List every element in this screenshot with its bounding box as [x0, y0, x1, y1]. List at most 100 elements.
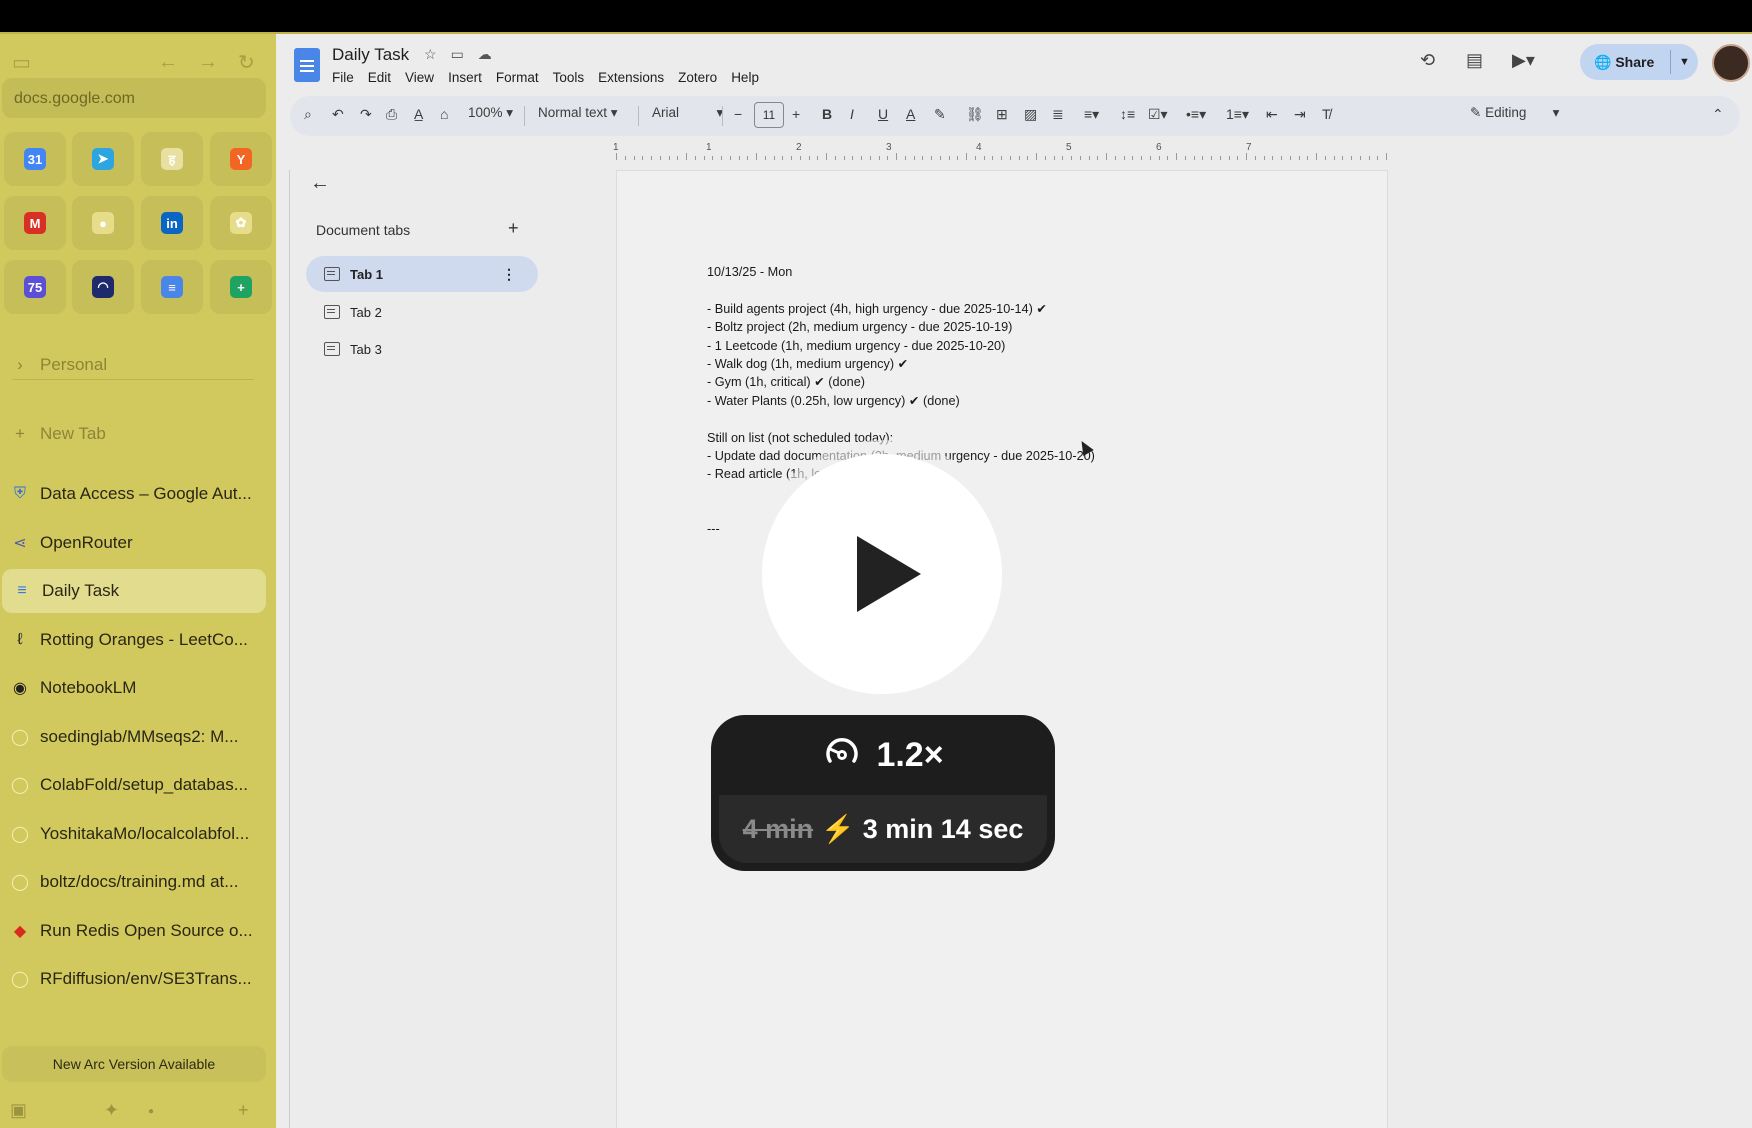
document-page[interactable]: 10/13/25 - Mon - Build agents project (4h… [616, 170, 1388, 1128]
sidebar-tab[interactable]: ◯ soedinglab/MMseqs2: M... [0, 715, 266, 759]
checklist-icon[interactable]: ☑▾ [1148, 106, 1168, 123]
align-icon[interactable]: ≡▾ [1084, 106, 1099, 123]
increase-font-icon[interactable]: + [792, 106, 800, 122]
menu-insert[interactable]: Insert [448, 70, 482, 85]
archive-icon[interactable]: ▣ [10, 1100, 27, 1121]
decrease-indent-icon[interactable]: ⇤ [1266, 106, 1278, 123]
ruler-tick [694, 156, 696, 160]
menu-edit[interactable]: Edit [368, 70, 391, 85]
favorite-tile[interactable]: in [141, 196, 203, 250]
sidebar-tab[interactable]: ◯ boltz/docs/training.md at... [0, 860, 266, 904]
favorite-tile[interactable]: ➤ [72, 132, 134, 186]
image-icon[interactable]: ▨ [1024, 106, 1037, 123]
menu-file[interactable]: File [332, 70, 354, 85]
add-tab-icon[interactable]: + [508, 218, 519, 239]
bullet-list-icon[interactable]: •≡▾ [1186, 106, 1206, 123]
share-button[interactable]: 🌐 Share ▼ [1580, 44, 1698, 80]
share-dropdown-icon[interactable]: ▼ [1670, 50, 1690, 74]
undo-icon[interactable]: ↶ [332, 106, 344, 123]
sidebar-toggle-icon[interactable]: ▭ [12, 50, 31, 74]
clear-formatting-icon[interactable]: T̸ [1322, 106, 1331, 122]
doc-tab-3[interactable]: Tab 3 [306, 331, 538, 367]
docs-logo-icon[interactable] [294, 48, 320, 82]
font-select[interactable]: Arial ▾ [652, 105, 723, 121]
sidebar-tab[interactable]: ◯ ColabFold/setup_databas... [0, 763, 266, 807]
editing-mode-select[interactable]: ✎ Editing ▾ [1470, 105, 1559, 121]
favorite-tile[interactable]: Y [210, 132, 272, 186]
sidebar-tab[interactable]: ⋖ OpenRouter [0, 521, 266, 565]
spellcheck-icon[interactable]: A̲ [414, 106, 423, 122]
increase-indent-icon[interactable]: ⇥ [1294, 106, 1306, 123]
menu-format[interactable]: Format [496, 70, 539, 85]
move-folder-icon[interactable]: ▭ [451, 46, 464, 63]
star-icon[interactable]: ☆ [424, 46, 437, 63]
link-icon[interactable]: ⛓ [966, 106, 984, 123]
meet-icon[interactable]: ▶︎▾ [1512, 50, 1535, 71]
favorite-tile[interactable]: ह [141, 132, 203, 186]
search-menus-icon[interactable]: ⌕ [304, 106, 312, 123]
comment-icon[interactable]: ⊞ [996, 106, 1008, 123]
paint-format-icon[interactable]: ⌂ [440, 106, 448, 122]
play-button[interactable] [762, 454, 1002, 694]
forward-icon[interactable]: → [198, 50, 218, 74]
ruler[interactable]: 1 1 2 3 4 5 6 7 [613, 142, 1387, 162]
strikethrough-icon[interactable]: ≣ [1052, 106, 1064, 123]
space-dot-icon[interactable]: ● [148, 1106, 154, 1117]
font-size-input[interactable]: 11 [754, 102, 784, 128]
favorite-tile[interactable]: 75 [4, 260, 66, 314]
favorite-tile[interactable]: ✿ [210, 196, 272, 250]
sidebar-tab[interactable]: ◯ YoshitakaMo/localcolabfol... [0, 812, 266, 856]
back-icon[interactable]: ← [158, 50, 178, 74]
sidebar-tab[interactable]: ≡ Daily Task [2, 569, 266, 613]
history-icon[interactable]: ⟲ [1420, 50, 1435, 71]
numbered-list-icon[interactable]: 1≡▾ [1226, 106, 1249, 123]
favorite-tile[interactable]: ≡ [141, 260, 203, 314]
ruler-tick [861, 156, 862, 160]
close-tabs-pane-icon[interactable]: ← [310, 172, 330, 195]
print-icon[interactable]: ⎙ [386, 106, 397, 123]
underline-icon[interactable]: U [878, 106, 888, 122]
ruler-number: 4 [976, 142, 982, 153]
favorite-tile[interactable]: + [210, 260, 272, 314]
favorite-tile[interactable]: ◠ [72, 260, 134, 314]
highlight-icon[interactable]: ✎ [934, 106, 946, 123]
collapse-menus-icon[interactable]: ⌃ [1712, 106, 1724, 123]
menu-zotero[interactable]: Zotero [678, 70, 717, 85]
folder-personal[interactable]: › Personal [0, 343, 266, 387]
doc-title[interactable]: Daily Task [332, 45, 409, 65]
zoom-select[interactable]: 100% ▾ [468, 105, 513, 121]
doc-tab-1[interactable]: Tab 1 ⋮ [306, 256, 538, 292]
more-options-icon[interactable]: ⋮ [502, 266, 516, 283]
italic-icon[interactable]: I [850, 106, 854, 122]
menu-extensions[interactable]: Extensions [598, 70, 664, 85]
text-color-icon[interactable]: A [906, 106, 915, 122]
redo-icon[interactable]: ↷ [360, 106, 372, 123]
avatar[interactable] [1712, 44, 1750, 82]
favorite-tile[interactable]: ● [72, 196, 134, 250]
sidebar-tab[interactable]: ◯ RFdiffusion/env/SE3Trans... [0, 957, 266, 1001]
doc-tab-2[interactable]: Tab 2 [306, 294, 538, 330]
cloud-status-icon[interactable]: ☁ [478, 46, 492, 63]
menu-tools[interactable]: Tools [553, 70, 585, 85]
line-spacing-icon[interactable]: ↕≡ [1120, 106, 1135, 122]
sidebar-tab[interactable]: ◉ NotebookLM [0, 666, 266, 710]
sidebar-tab[interactable]: ◆ Run Redis Open Source o... [0, 909, 266, 953]
favorite-tile[interactable]: 31 [4, 132, 66, 186]
bold-icon[interactable]: B [822, 106, 832, 122]
ruler-number: 7 [1246, 142, 1252, 153]
url-bar[interactable]: docs.google.com [2, 78, 266, 118]
comments-icon[interactable]: ▤ [1466, 50, 1483, 71]
sidebar-tab[interactable]: ⛨ Data Access – Google Aut... [0, 472, 266, 516]
add-icon[interactable]: + [238, 1100, 249, 1121]
document-icon [324, 342, 340, 356]
update-notice[interactable]: New Arc Version Available [2, 1046, 266, 1082]
style-select[interactable]: Normal text ▾ [538, 105, 618, 121]
sidebar-tab[interactable]: ℓ Rotting Oranges - LeetCo... [0, 618, 266, 662]
favorite-tile[interactable]: M [4, 196, 66, 250]
menu-help[interactable]: Help [731, 70, 759, 85]
reload-icon[interactable]: ↻ [238, 50, 255, 74]
new-tab-button[interactable]: + New Tab [0, 412, 266, 456]
menu-view[interactable]: View [405, 70, 434, 85]
space-icon[interactable]: ✦ [104, 1100, 119, 1121]
decrease-font-icon[interactable]: − [734, 106, 742, 122]
